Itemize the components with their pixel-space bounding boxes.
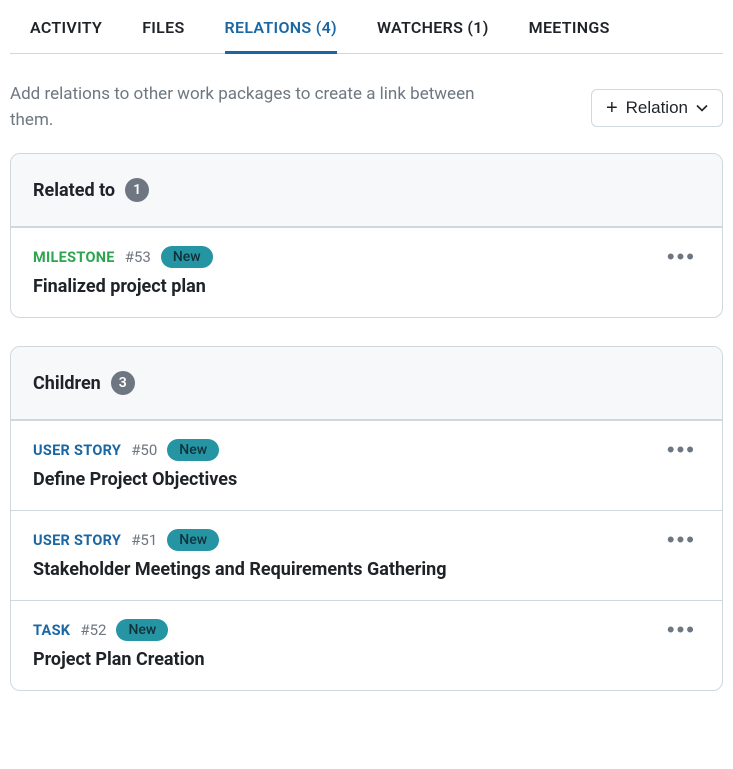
relation-item[interactable]: MILESTONE #53 New Finalized project plan… [11,227,722,317]
item-title: Finalized project plan [33,276,663,297]
item-meta: USER STORY #51 New [33,529,663,551]
add-relation-label: Relation [626,98,688,118]
item-title: Define Project Objectives [33,469,663,490]
status-badge: New [167,529,219,551]
item-content: MILESTONE #53 New Finalized project plan [33,246,663,297]
item-title: Stakeholder Meetings and Requirements Ga… [33,559,663,580]
tab-files[interactable]: FILES [142,10,184,54]
count-badge: 1 [125,178,149,202]
type-label: USER STORY [33,442,121,459]
group-header-related: Related to 1 [11,154,722,227]
more-actions-button[interactable]: ••• [663,619,700,641]
child-item[interactable]: USER STORY #51 New Stakeholder Meetings … [11,510,722,600]
type-label: TASK [33,622,70,639]
type-label: USER STORY [33,532,121,549]
tab-watchers[interactable]: WATCHERS (1) [377,10,489,54]
tabs-bar: ACTIVITY FILES RELATIONS (4) WATCHERS (1… [10,10,723,54]
status-badge: New [161,246,213,268]
item-id: #51 [131,531,157,549]
child-item[interactable]: TASK #52 New Project Plan Creation ••• [11,600,722,690]
group-children: Children 3 USER STORY #50 New Define Pro… [10,346,723,691]
item-id: #53 [125,248,151,266]
dots-horizontal-icon: ••• [667,527,696,552]
dots-horizontal-icon: ••• [667,244,696,269]
group-related: Related to 1 MILESTONE #53 New Finalized… [10,153,723,318]
item-meta: MILESTONE #53 New [33,246,663,268]
group-title: Children [33,373,101,394]
help-text: Add relations to other work packages to … [10,82,510,133]
type-label: MILESTONE [33,249,115,266]
item-meta: USER STORY #50 New [33,439,663,461]
group-title: Related to [33,180,115,201]
chevron-down-icon [696,104,708,112]
tab-activity[interactable]: ACTIVITY [30,10,102,54]
more-actions-button[interactable]: ••• [663,246,700,268]
item-content: USER STORY #51 New Stakeholder Meetings … [33,529,663,580]
count-badge: 3 [111,371,135,395]
more-actions-button[interactable]: ••• [663,529,700,551]
add-relation-button[interactable]: + Relation [591,89,723,127]
plus-icon: + [606,98,618,118]
item-content: USER STORY #50 New Define Project Object… [33,439,663,490]
child-item[interactable]: USER STORY #50 New Define Project Object… [11,420,722,510]
help-row: Add relations to other work packages to … [10,54,723,153]
item-id: #50 [131,441,157,459]
item-id: #52 [80,621,106,639]
dots-horizontal-icon: ••• [667,437,696,462]
item-title: Project Plan Creation [33,649,663,670]
tab-meetings[interactable]: MEETINGS [529,10,610,54]
item-meta: TASK #52 New [33,619,663,641]
dots-horizontal-icon: ••• [667,617,696,642]
item-content: TASK #52 New Project Plan Creation [33,619,663,670]
status-badge: New [116,619,168,641]
status-badge: New [167,439,219,461]
group-header-children: Children 3 [11,347,722,420]
more-actions-button[interactable]: ••• [663,439,700,461]
tab-relations[interactable]: RELATIONS (4) [225,10,337,54]
